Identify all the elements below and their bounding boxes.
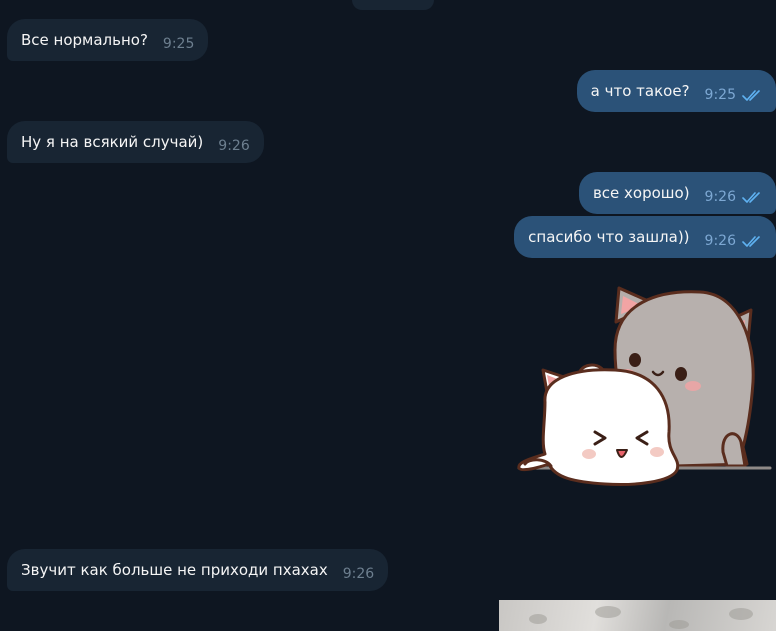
cats-hug-sticker-icon[interactable] [515, 282, 776, 492]
double-check-icon [742, 90, 760, 101]
message-text: Ну я на всякий случай) [21, 133, 204, 151]
double-check-icon [742, 192, 760, 203]
message-text: Все нормально? [21, 31, 148, 49]
previous-message-bubble[interactable] [352, 0, 434, 10]
message-text: все хорошо) [592, 184, 690, 202]
double-check-icon [742, 236, 760, 247]
photo-thumbnail-icon[interactable] [499, 600, 776, 631]
message-text: спасибо что зашла)) [528, 228, 690, 246]
message-time: 9:26 [704, 189, 736, 205]
message-time: 9:25 [162, 36, 195, 52]
message-time: 9:25 [704, 87, 736, 103]
message-bubble-incoming[interactable]: Все нормально? 9:25 [7, 19, 209, 61]
message-time: 9:26 [342, 566, 375, 582]
message-bubble-outgoing[interactable]: а что такое? 9:25 [576, 70, 776, 112]
message-text: а что такое? [590, 82, 690, 100]
message-time: 9:26 [218, 138, 250, 154]
message-time: 9:26 [704, 233, 736, 249]
message-bubble-incoming[interactable]: Звучит как больше не приходи пхахах 9:26 [7, 549, 389, 591]
message-bubble-outgoing[interactable]: все хорошо) 9:26 [578, 172, 776, 214]
message-text: Звучит как больше не приходи пхахах [21, 561, 328, 579]
message-bubble-outgoing[interactable]: спасибо что зашла)) 9:26 [514, 216, 776, 258]
message-bubble-incoming[interactable]: Ну я на всякий случай) 9:26 [7, 121, 264, 163]
chat-messages-area[interactable]: Все нормально? 9:25 а что такое? 9:25 Ну… [0, 0, 776, 631]
